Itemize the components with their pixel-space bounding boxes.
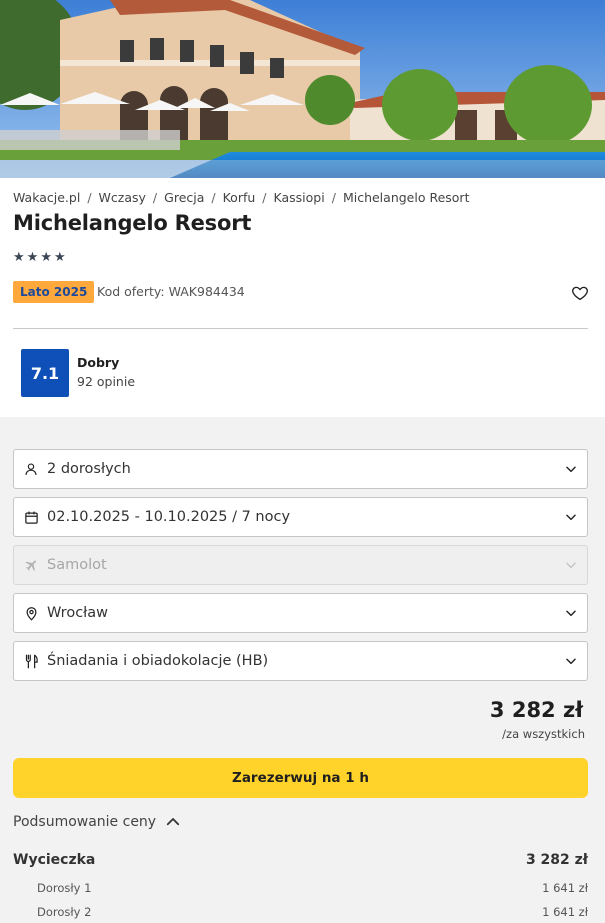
departure-select[interactable]: Wrocław — [13, 593, 588, 633]
price-summary-toggle[interactable]: Podsumowanie ceny — [13, 813, 182, 831]
chevron-down-icon — [566, 562, 576, 569]
board-value: Śniadania i obiadokolacje (HB) — [47, 653, 269, 669]
breadcrumb-link[interactable]: Wczasy — [99, 190, 146, 205]
star-icon: ★ — [53, 250, 66, 265]
rating-score-badge[interactable]: 7.1 — [21, 349, 69, 397]
plane-icon — [23, 557, 39, 573]
dates-value: 02.10.2025 - 10.10.2025 / 7 nocy — [47, 509, 291, 525]
breadcrumb-separator: / — [211, 190, 216, 205]
heart-icon[interactable] — [571, 284, 589, 302]
breadcrumb-separator: / — [262, 190, 267, 205]
summary-item-row: Dorosły 1 1 641 zł — [13, 881, 588, 895]
breadcrumb-link[interactable]: Kassiopi — [274, 190, 325, 205]
guests-value: 2 dorosłych — [47, 461, 131, 477]
summary-item-label: Dorosły 2 — [37, 905, 92, 919]
rating-label: Dobry — [77, 355, 120, 370]
hotel-name: Michelangelo Resort — [13, 211, 252, 235]
chevron-up-icon — [166, 818, 180, 826]
summary-trip-row: Wycieczka 3 282 zł — [13, 852, 588, 868]
star-icon: ★ — [40, 250, 52, 265]
season-badge: Lato 2025 — [13, 281, 95, 303]
transport-value: Samolot — [47, 557, 107, 573]
book-button[interactable]: Zarezerwuj na 1 h — [13, 758, 588, 798]
calendar-icon — [23, 509, 39, 525]
chevron-down-icon — [566, 514, 576, 521]
breadcrumb-link[interactable]: Korfu — [223, 190, 256, 205]
person-icon — [23, 461, 39, 477]
summary-item-value: 1 641 zł — [542, 881, 588, 895]
star-icon: ★ — [26, 250, 39, 265]
transport-select: Samolot — [13, 545, 588, 585]
departure-value: Wrocław — [47, 605, 109, 621]
dates-select[interactable]: 02.10.2025 - 10.10.2025 / 7 nocy — [13, 497, 588, 537]
hotel-photo[interactable] — [0, 0, 605, 178]
breadcrumb-link[interactable]: Grecja — [164, 190, 204, 205]
cutlery-icon — [23, 653, 39, 669]
star-icon: ★ — [13, 250, 25, 265]
breadcrumb-separator: / — [87, 190, 92, 205]
price-note: /za wszystkich — [502, 727, 585, 741]
chevron-down-icon — [566, 466, 576, 473]
location-pin-icon — [23, 605, 39, 621]
summary-item-row: Dorosły 2 1 641 zł — [13, 905, 588, 919]
chevron-down-icon — [566, 658, 576, 665]
breadcrumb-separator: / — [152, 190, 158, 205]
divider — [13, 328, 588, 329]
summary-trip-total: 3 282 zł — [525, 852, 588, 868]
summary-item-label: Dorosły 1 — [37, 881, 92, 895]
chevron-down-icon — [566, 610, 576, 617]
hotel-stars: ★ ★ ★ ★ — [13, 251, 66, 264]
breadcrumb-separator: / — [331, 190, 336, 205]
board-select[interactable]: Śniadania i obiadokolacje (HB) — [13, 641, 588, 681]
summary-trip-label: Wycieczka — [13, 852, 96, 868]
summary-item-value: 1 641 zł — [542, 905, 588, 919]
breadcrumb: Wakacje.pl / Wczasy / Grecja / Korfu / Kassiopi /… — [13, 190, 469, 205]
offer-code: Kod oferty: WAK984434 — [97, 284, 245, 299]
guests-select[interactable]: 2 dorosłych — [13, 449, 588, 489]
breadcrumb-link[interactable]: Wakacje.pl — [13, 190, 80, 205]
rating-reviews-link[interactable]: 92 opinie — [77, 374, 135, 389]
breadcrumb-current[interactable]: Michelangelo Resort — [343, 190, 470, 205]
total-price: 3 282 zł — [489, 698, 583, 722]
price-summary-label: Podsumowanie ceny — [13, 814, 157, 830]
